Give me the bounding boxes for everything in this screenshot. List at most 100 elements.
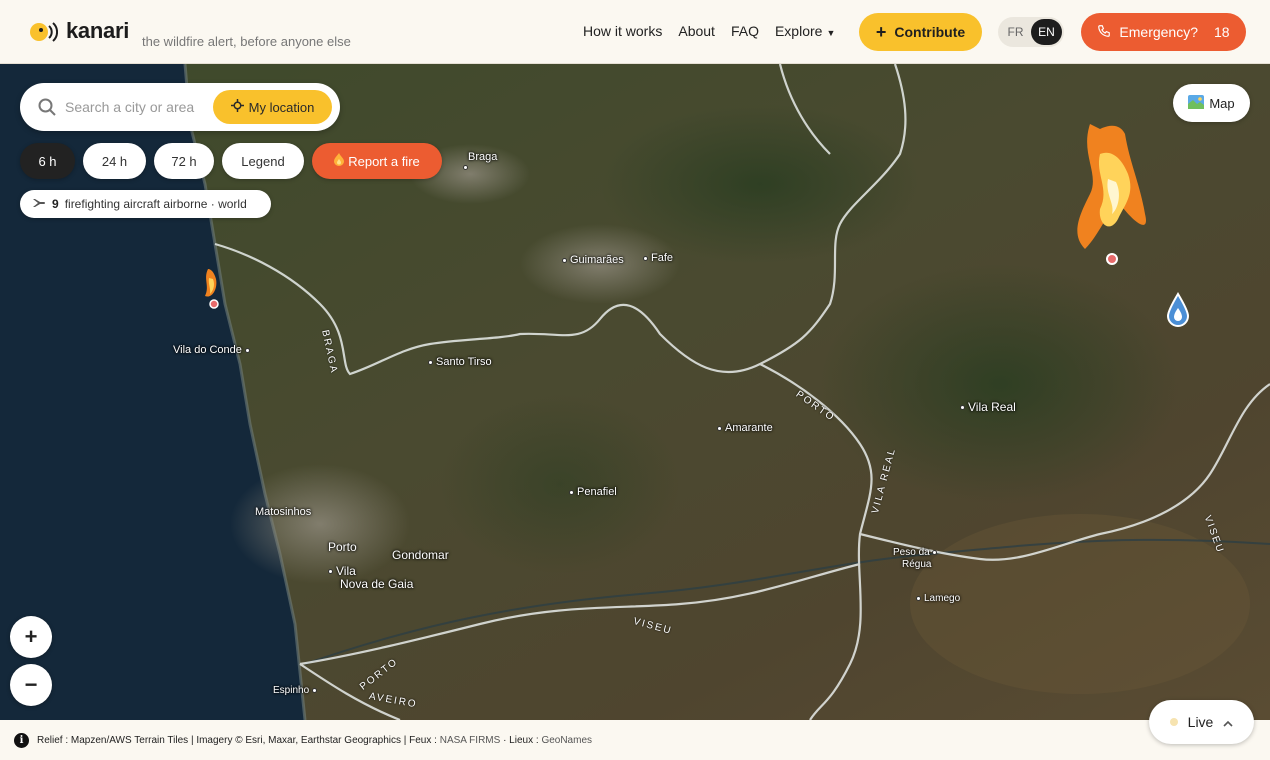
place-peso-da-regua[interactable]: Peso da [893, 547, 940, 558]
place-label: Porto [328, 540, 357, 554]
nav-how-it-works[interactable]: How it works [583, 23, 662, 39]
geonames-link[interactable]: GeoNames [541, 735, 592, 746]
my-location-label: My location [248, 99, 315, 115]
filter-72h[interactable]: 72 h [154, 143, 214, 179]
map-icon [1188, 94, 1205, 112]
place-dot [916, 595, 921, 601]
bird-logo-icon [28, 18, 59, 44]
live-panel-toggle[interactable]: Live [1149, 700, 1254, 744]
place-vila-nova-de-gaia[interactable]: Vila [328, 564, 356, 578]
map-style-button[interactable]: Map [1173, 84, 1250, 122]
lang-fr[interactable]: FR [1000, 19, 1031, 45]
attribution-text: Relief : Mapzen/AWS Terrain Tiles | Imag… [37, 735, 592, 746]
aircraft-text: firefighting aircraft airborne · world [64, 197, 247, 211]
aircraft-count: 9 [52, 197, 59, 211]
tagline: the wildfire alert, before anyone else [142, 34, 351, 49]
zoom-out-button[interactable]: − [10, 664, 52, 706]
fire-report-marker-small[interactable] [209, 299, 219, 309]
zoom-in-button[interactable]: + [10, 616, 52, 658]
fire-report-marker[interactable] [1106, 253, 1118, 265]
place-label: Matosinhos [255, 506, 312, 518]
flame-icon [334, 153, 345, 169]
place-gondomar[interactable]: Gondomar [392, 548, 449, 562]
place-dot [328, 569, 333, 575]
place-label: Penafiel [577, 486, 617, 498]
place-vila-nova-de-gaia-2: Nova de Gaia [340, 577, 413, 591]
map-style-label: Map [1209, 95, 1235, 111]
live-indicator-dot [1169, 718, 1178, 726]
plus-icon: + [875, 22, 887, 42]
place-label: Espinho [273, 685, 310, 696]
place-label: Nova de Gaia [340, 577, 414, 591]
place-lamego[interactable]: Lamego [916, 593, 960, 604]
nav-faq[interactable]: FAQ [731, 23, 759, 39]
attribution-sep: · Lieux : [503, 734, 539, 746]
live-label: Live [1187, 714, 1214, 730]
attribution-bar: i Relief : Mapzen/AWS Terrain Tiles | Im… [0, 720, 1270, 760]
airplane-icon [32, 197, 46, 212]
place-dot [569, 489, 574, 495]
place-vila-real[interactable]: Vila Real [960, 400, 1016, 414]
place-dot [311, 687, 317, 693]
place-guimaraes[interactable]: Guimarães [562, 254, 624, 266]
search-bar: My location [20, 83, 340, 131]
my-location-button[interactable]: My location [213, 90, 332, 124]
place-label: Gondomar [392, 548, 449, 562]
place-fafe[interactable]: Fafe [643, 252, 673, 264]
main-nav: How it works About FAQ Explore ▼ [583, 23, 835, 39]
place-dot [244, 347, 250, 353]
place-label: Lamego [924, 593, 961, 604]
contribute-label: Contribute [894, 24, 966, 40]
filter-6h[interactable]: 6 h [20, 143, 75, 179]
place-dot [960, 405, 965, 411]
nav-explore-label: Explore [774, 23, 823, 39]
place-dot [643, 255, 648, 261]
place-dot [562, 257, 567, 263]
top-bar: kanari the wildfire alert, before anyone… [0, 0, 1270, 64]
place-label: Régua [902, 559, 932, 570]
crosshair-icon [230, 99, 244, 115]
place-amarante[interactable]: Amarante [717, 422, 773, 434]
language-switcher: FR EN [998, 17, 1064, 47]
place-label: Fafe [651, 252, 674, 264]
info-icon[interactable]: i [14, 732, 29, 748]
nasa-firms-link[interactable]: NASA FIRMS [440, 735, 501, 746]
nav-explore[interactable]: Explore ▼ [775, 23, 835, 39]
place-label: Peso da [893, 547, 930, 558]
nav-about[interactable]: About [678, 23, 715, 39]
place-braga[interactable]: Braga [463, 151, 498, 170]
place-vila-do-conde[interactable]: Vila do Conde [173, 344, 253, 356]
place-dot [463, 164, 468, 170]
place-peso-da-regua-2: Régua [902, 559, 931, 570]
place-porto[interactable]: Porto [328, 540, 357, 554]
emergency-label: Emergency? [1119, 24, 1198, 40]
emergency-number: 18 [1214, 24, 1230, 40]
place-santo-tirso[interactable]: Santo Tirso [428, 356, 492, 368]
brand-name: kanari [66, 18, 130, 43]
filter-24h[interactable]: 24 h [83, 143, 146, 179]
report-fire-button[interactable]: Report a fire [312, 143, 442, 179]
place-matosinhos[interactable]: Matosinhos [255, 506, 311, 518]
place-label: Vila do Conde [173, 344, 242, 356]
lang-en[interactable]: EN [1031, 19, 1062, 45]
contribute-button[interactable]: + Contribute [859, 13, 982, 51]
place-label: Amarante [725, 422, 773, 434]
place-dot [932, 549, 938, 555]
chevron-down-icon: ▼ [826, 28, 836, 38]
chevron-up-icon [1223, 714, 1233, 730]
place-penafiel[interactable]: Penafiel [569, 486, 617, 498]
place-label: Braga [468, 151, 498, 163]
place-label: Guimarães [570, 254, 624, 266]
attribution-relief: Relief : Mapzen/AWS Terrain Tiles | Imag… [37, 734, 437, 746]
logo[interactable]: kanari [28, 18, 129, 44]
place-label: Santo Tirso [436, 356, 492, 368]
aircraft-status[interactable]: 9 firefighting aircraft airborne · world [20, 190, 271, 218]
place-label: Vila [336, 564, 356, 578]
emergency-button[interactable]: Emergency? 18 [1081, 13, 1246, 51]
place-espinho[interactable]: Espinho [273, 685, 320, 696]
place-dot [428, 359, 433, 365]
search-input[interactable] [65, 95, 225, 119]
place-dot [717, 425, 722, 431]
report-fire-label: Report a fire [348, 153, 420, 169]
legend-button[interactable]: Legend [222, 143, 304, 179]
